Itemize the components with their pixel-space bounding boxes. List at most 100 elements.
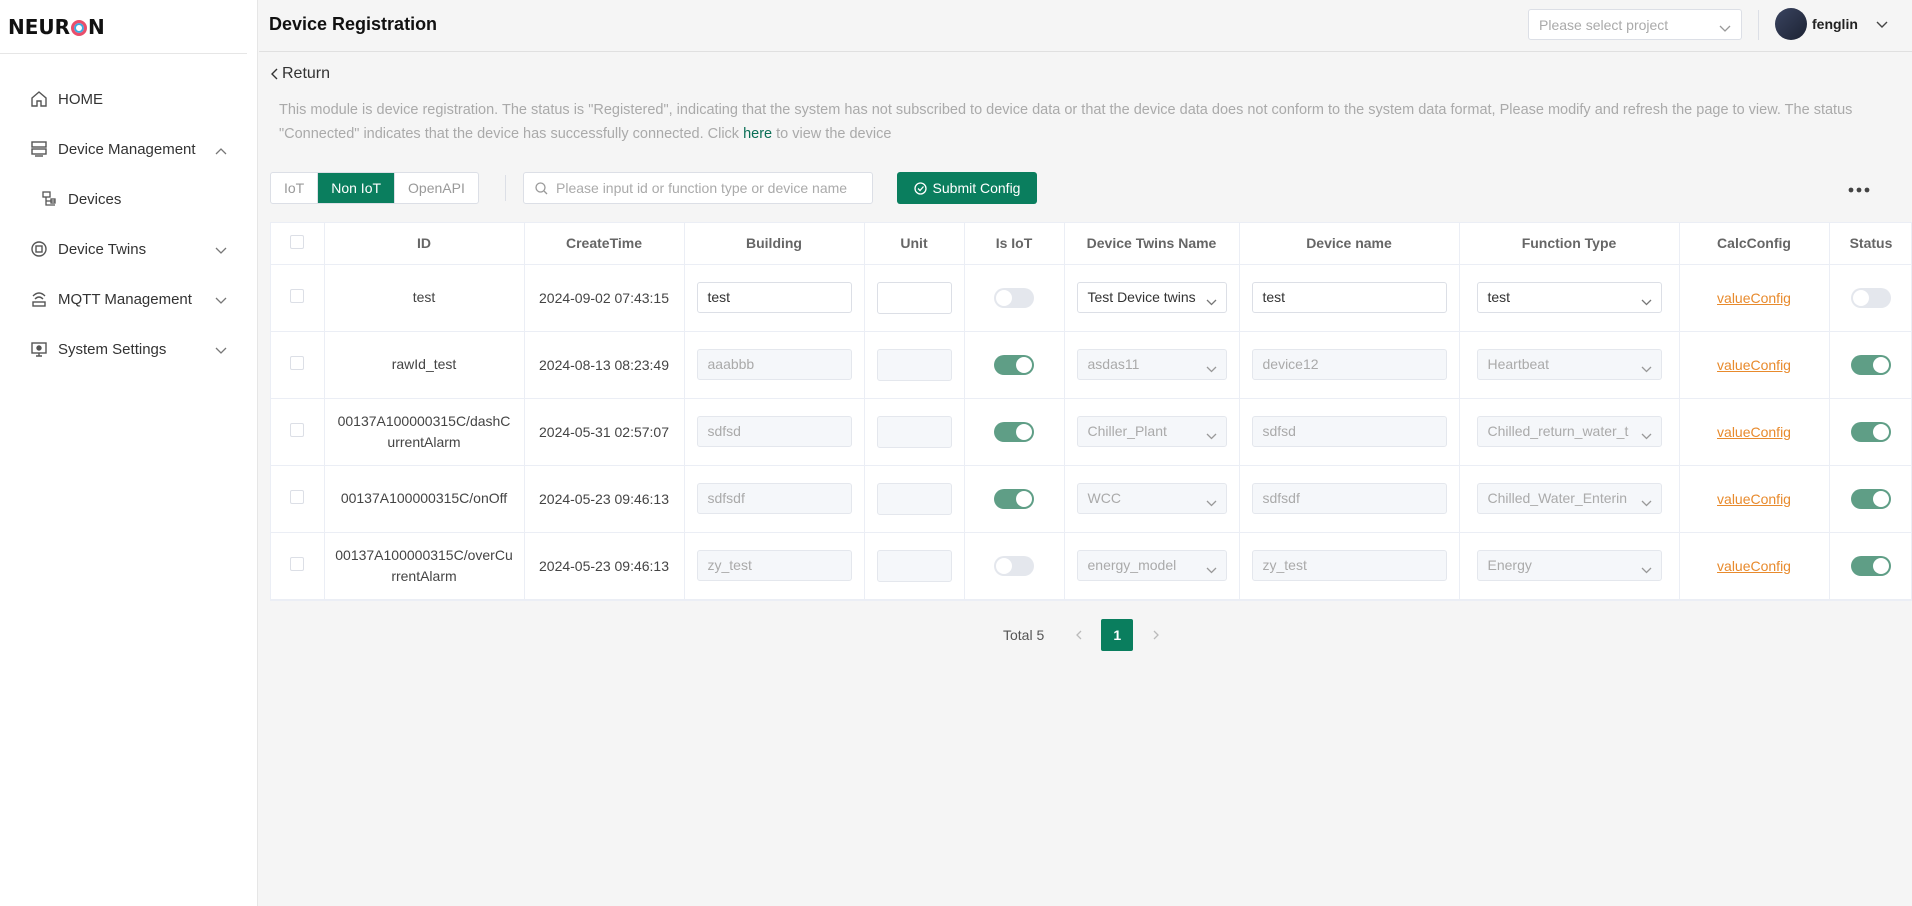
chevron-down-icon	[1719, 20, 1731, 36]
tab-non-iot[interactable]: Non IoT	[318, 173, 396, 203]
function-type-select[interactable]: Energy	[1476, 550, 1662, 581]
unit-input[interactable]	[876, 348, 952, 381]
function-type-select[interactable]: Chilled_return_water_t	[1476, 416, 1662, 447]
function-type-select[interactable]: Chilled_Water_Enterin	[1476, 483, 1662, 514]
tab-openapi[interactable]: OpenAPI	[395, 173, 478, 203]
sidebar-item-label: Device Management	[58, 140, 196, 158]
chevron-down-icon	[215, 292, 227, 309]
function-type-select[interactable]: test	[1476, 282, 1662, 313]
sidebar-item-device-management[interactable]: Device Management	[0, 124, 257, 174]
device-name-input[interactable]: test	[1251, 282, 1447, 313]
is-iot-toggle[interactable]	[994, 488, 1034, 509]
is-iot-toggle[interactable]	[994, 354, 1034, 375]
building-input[interactable]: test	[696, 282, 852, 313]
create-time: 2024-09-02 07:43:15	[524, 264, 685, 332]
create-time: 2024-08-13 08:23:49	[524, 331, 685, 399]
twins-name-select[interactable]: Chiller_Plant	[1076, 416, 1227, 447]
header-divider	[1758, 10, 1759, 40]
chevron-down-icon	[1206, 494, 1217, 510]
search-input[interactable]	[556, 173, 856, 203]
value-config-link[interactable]: valueConfig	[1717, 491, 1791, 507]
device-id: 00137A100000315C/overCurrentAlarm	[335, 546, 513, 584]
row-checkbox[interactable]	[290, 557, 305, 571]
status-toggle[interactable]	[1851, 421, 1891, 442]
building-input[interactable]: zy_test	[696, 550, 852, 581]
row-checkbox[interactable]	[290, 490, 305, 504]
twins-name-select[interactable]: asdas11	[1076, 349, 1227, 380]
chevron-down-icon	[1206, 360, 1217, 376]
project-select[interactable]: Please select project	[1528, 9, 1742, 40]
col-function-type: Function Type	[1459, 223, 1680, 265]
chevron-down-icon	[1641, 561, 1652, 577]
chevron-down-icon	[1641, 427, 1652, 443]
home-icon	[28, 88, 50, 110]
table-row: 00137A100000315C/dashCurrentAlarm 2024-0…	[271, 398, 1912, 466]
unit-input[interactable]	[876, 549, 952, 582]
sidebar-item-devices[interactable]: Devices	[0, 174, 257, 224]
table-header-row: ID CreateTime Building Unit Is IoT Devic…	[271, 223, 1912, 265]
device-id: rawId_test	[391, 356, 457, 372]
sidebar-item-mqtt-management[interactable]: MQTT Management	[0, 274, 257, 324]
sidebar-item-home[interactable]: HOME	[0, 74, 257, 124]
more-icon[interactable]	[1848, 180, 1870, 196]
page-number[interactable]: 1	[1101, 619, 1134, 651]
value-config-link[interactable]: valueConfig	[1717, 424, 1791, 440]
page-title: Device Registration	[269, 14, 438, 34]
prev-page-button[interactable]	[1068, 627, 1088, 643]
twins-name-select[interactable]: Test Device twins	[1076, 282, 1227, 313]
sidebar-item-system-settings[interactable]: System Settings	[0, 324, 257, 374]
select-all-checkbox[interactable]	[290, 234, 305, 249]
twins-name-select[interactable]: energy_model	[1076, 550, 1227, 581]
next-page-button[interactable]	[1146, 627, 1166, 643]
sidebar-menu: HOME Device Management Devices Device Tw…	[0, 74, 257, 374]
status-toggle[interactable]	[1851, 354, 1891, 375]
tab-iot[interactable]: IoT	[271, 173, 319, 203]
sidebar-item-device-twins[interactable]: Device Twins	[0, 224, 257, 274]
here-link[interactable]: here	[743, 126, 772, 142]
table-row: 00137A100000315C/overCurrentAlarm 2024-0…	[271, 532, 1912, 600]
sidebar-item-label: Devices	[68, 190, 122, 208]
search-box	[523, 172, 873, 204]
submit-config-button[interactable]: Submit Config	[897, 172, 1037, 204]
table-row: 00137A100000315C/onOff 2024-05-23 09:46:…	[271, 465, 1912, 533]
status-toggle[interactable]	[1851, 287, 1891, 308]
chevron-down-icon	[1206, 427, 1217, 443]
chevron-up-icon	[215, 142, 227, 159]
return-link[interactable]: Return	[270, 65, 330, 83]
sidebar-item-label: Device Twins	[58, 240, 147, 258]
header: Device Registration Please select projec…	[259, 0, 1912, 52]
function-type-select[interactable]: Heartbeat	[1476, 349, 1662, 380]
device-name-input[interactable]: zy_test	[1251, 550, 1447, 581]
logo[interactable]: NEUR N	[0, 0, 247, 54]
is-iot-toggle[interactable]	[994, 287, 1034, 308]
value-config-link[interactable]: valueConfig	[1717, 357, 1791, 373]
user-menu[interactable]: fenglin	[1775, 8, 1888, 40]
chevron-right-icon	[1153, 630, 1159, 640]
twins-name-select[interactable]: WCC	[1076, 483, 1227, 514]
building-input[interactable]: sdfsdf	[696, 483, 852, 514]
mqtt-icon	[28, 288, 50, 310]
status-toggle[interactable]	[1851, 488, 1891, 509]
row-checkbox[interactable]	[290, 356, 305, 370]
unit-input[interactable]	[876, 281, 952, 314]
row-checkbox[interactable]	[290, 289, 305, 303]
value-config-link[interactable]: valueConfig	[1717, 558, 1791, 574]
avatar	[1775, 8, 1807, 40]
logo-text: NEUR N	[8, 14, 105, 39]
chevron-left-icon	[1075, 630, 1082, 640]
unit-input[interactable]	[876, 482, 952, 515]
toolbar-divider	[505, 175, 506, 201]
device-name-input[interactable]: device12	[1251, 349, 1447, 380]
device-name-input[interactable]: sdfsdf	[1251, 483, 1447, 514]
is-iot-toggle[interactable]	[994, 421, 1034, 442]
building-input[interactable]: aaabbb	[696, 349, 852, 380]
row-checkbox[interactable]	[290, 423, 305, 437]
device-name-input[interactable]: sdfsd	[1251, 416, 1447, 447]
value-config-link[interactable]: valueConfig	[1717, 290, 1791, 306]
status-toggle[interactable]	[1851, 555, 1891, 576]
is-iot-toggle[interactable]	[994, 555, 1034, 576]
chevron-left-icon	[271, 68, 278, 80]
col-calcconfig: CalcConfig	[1679, 223, 1830, 265]
building-input[interactable]: sdfsd	[696, 416, 852, 447]
unit-input[interactable]	[876, 415, 952, 448]
